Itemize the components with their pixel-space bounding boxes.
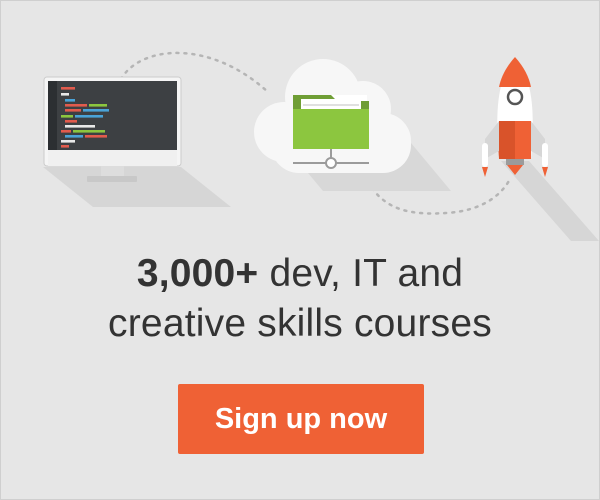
headline-highlight: 3,000+ <box>136 252 259 295</box>
cloud-folder-icon <box>254 59 451 191</box>
ad-banner: 3,000+ dev, IT and creative skills cours… <box>0 0 600 500</box>
sign-up-button[interactable]: Sign up now <box>178 384 424 454</box>
hero-illustration <box>43 51 599 241</box>
headline-line-2: creative skills courses <box>108 302 492 345</box>
headline: 3,000+ dev, IT and creative skills cours… <box>1 249 599 349</box>
headline-line-1: 3,000+ dev, IT and <box>1 249 599 299</box>
rocket-icon <box>482 57 599 241</box>
code-monitor-icon <box>43 76 231 207</box>
headline-line-1-rest: dev, IT and <box>258 252 464 295</box>
